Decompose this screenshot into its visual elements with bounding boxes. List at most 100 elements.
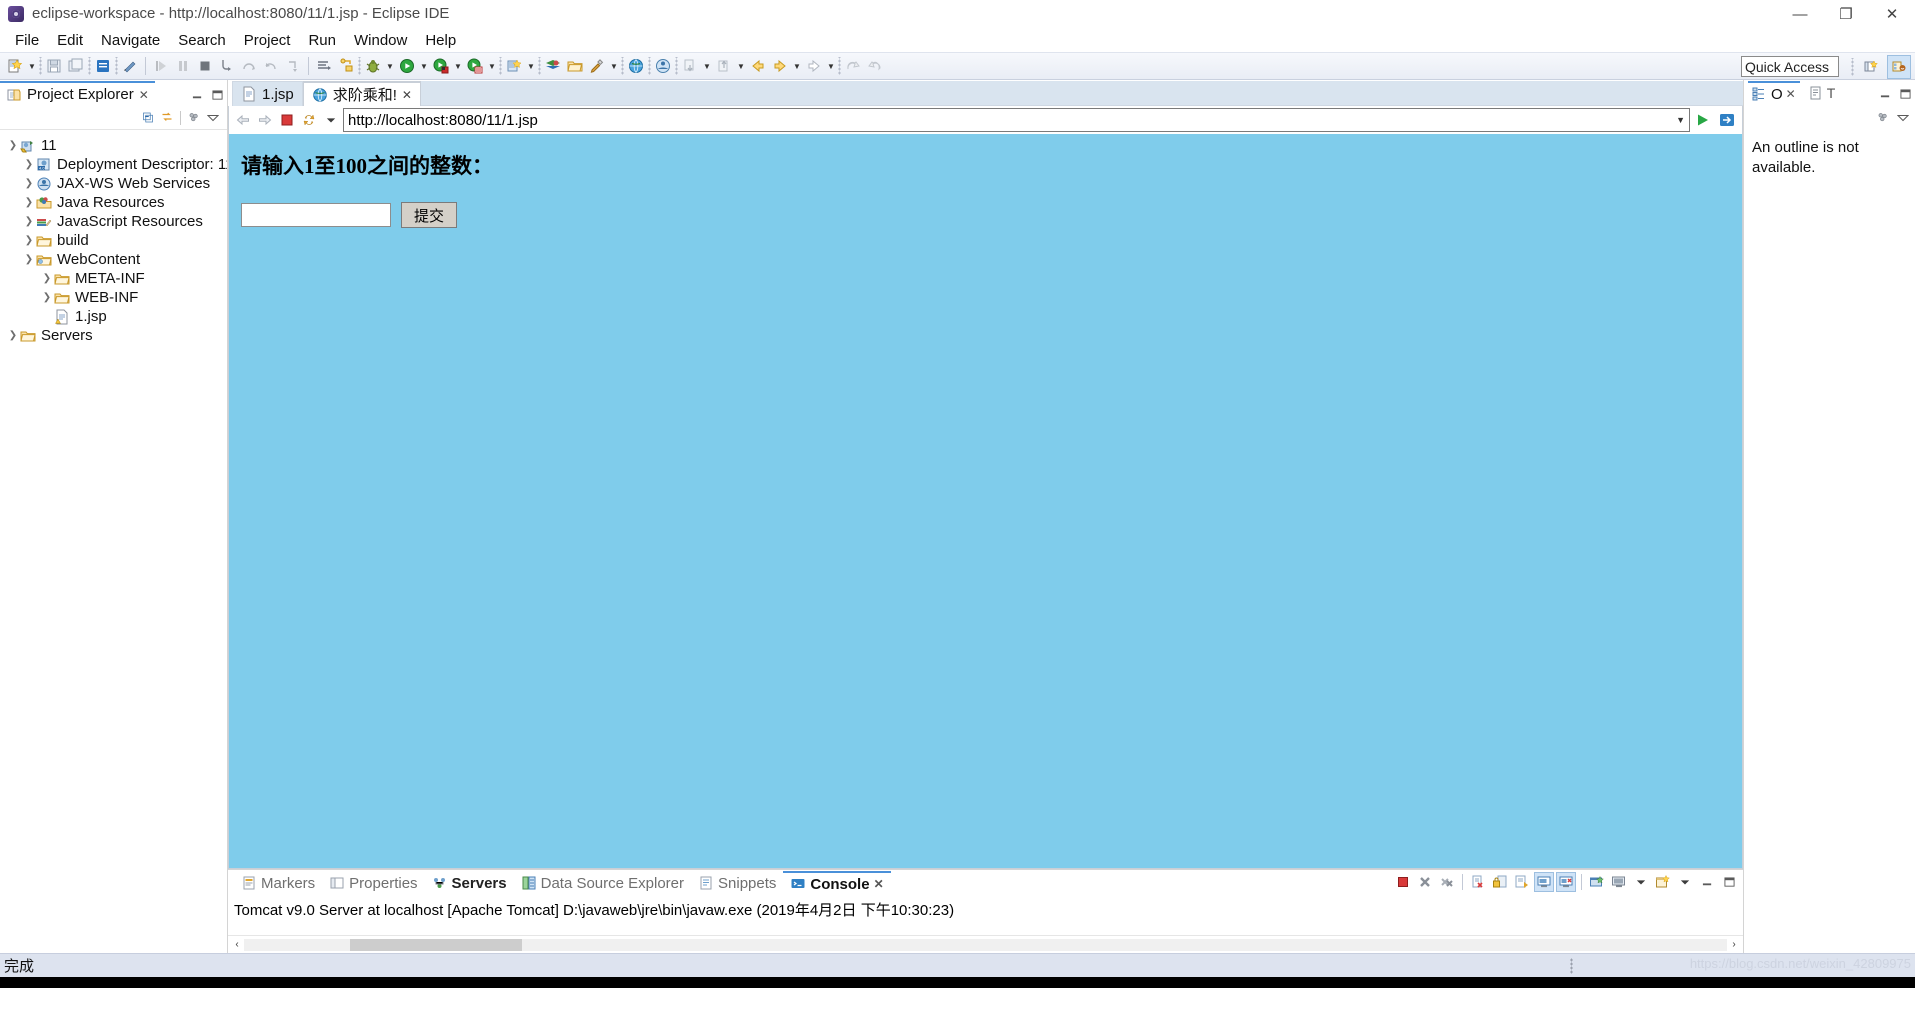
forward-nav-icon[interactable] <box>803 55 825 77</box>
display-selected-console-icon[interactable] <box>1587 872 1607 892</box>
close-icon[interactable]: ✕ <box>139 88 149 102</box>
terminate-icon[interactable] <box>194 55 216 77</box>
tab-console[interactable]: Console ✕ <box>783 870 891 896</box>
console-dropdown-icon[interactable] <box>1631 872 1651 892</box>
go-icon[interactable] <box>1692 109 1714 131</box>
undo-icon[interactable] <box>842 55 864 77</box>
new-console-dropdown-icon[interactable] <box>1675 872 1695 892</box>
redo-icon[interactable] <box>864 55 886 77</box>
stop-icon[interactable] <box>277 110 297 130</box>
search-icon[interactable] <box>586 55 608 77</box>
terminate-icon[interactable] <box>1393 872 1413 892</box>
maximize-icon[interactable] <box>1899 88 1911 100</box>
new-console-view-icon[interactable] <box>1653 872 1673 892</box>
menu-item-run[interactable]: Run <box>299 30 345 51</box>
scroll-left-icon[interactable]: ‹ <box>230 938 244 952</box>
search-dropdown-icon[interactable]: ▼ <box>608 55 620 77</box>
tab-markers[interactable]: Markers <box>234 873 322 894</box>
debug-dropdown-icon[interactable]: ▼ <box>384 55 396 77</box>
tree-item-deployment-descriptor[interactable]: ❯ 4.0 Deployment Descriptor: 11 <box>0 155 227 174</box>
step-return-icon[interactable] <box>260 55 282 77</box>
minimize-icon[interactable] <box>191 89 203 101</box>
chevron-right-icon[interactable]: ❯ <box>22 196 36 210</box>
tab-snippets[interactable]: Snippets <box>691 873 783 894</box>
toggle-breakpoint-icon[interactable] <box>119 55 141 77</box>
close-icon[interactable]: ✕ <box>402 88 412 102</box>
chevron-right-icon[interactable]: ❯ <box>22 177 36 191</box>
open-external-browser-icon[interactable] <box>1716 109 1738 131</box>
view-menu-icon[interactable] <box>1877 111 1889 123</box>
maximize-icon[interactable] <box>1719 872 1739 892</box>
tab-properties[interactable]: Properties <box>322 873 424 894</box>
tree-item-1-jsp[interactable]: 1.jsp <box>0 307 227 326</box>
web-browser-icon[interactable] <box>625 55 647 77</box>
menu-item-window[interactable]: Window <box>345 30 416 51</box>
new-wizard-icon[interactable] <box>4 55 26 77</box>
resume-icon[interactable] <box>150 55 172 77</box>
scrollbar-track[interactable] <box>244 938 1727 951</box>
status-resize-handle[interactable] <box>1570 958 1575 974</box>
new-project-dropdown-icon[interactable]: ▼ <box>525 55 537 77</box>
chevron-down-icon[interactable]: ❯ <box>6 139 20 153</box>
menu-item-project[interactable]: Project <box>235 30 300 51</box>
remove-launch-icon[interactable] <box>1415 872 1435 892</box>
link-icon[interactable] <box>335 55 357 77</box>
open-folder-icon[interactable] <box>564 55 586 77</box>
run-coverage-dropdown-icon[interactable]: ▼ <box>486 55 498 77</box>
forward-icon[interactable] <box>769 55 791 77</box>
save-all-icon[interactable] <box>65 55 87 77</box>
step-over-icon[interactable] <box>238 55 260 77</box>
clear-console-icon[interactable] <box>1468 872 1488 892</box>
editor-tab-1-jsp[interactable]: 1.jsp <box>232 81 303 106</box>
editor-tab-browser[interactable]: 求阶乘和! ✕ <box>302 81 421 106</box>
step-into-icon[interactable] <box>216 55 238 77</box>
open-task-icon[interactable] <box>313 55 335 77</box>
tree-item-servers[interactable]: ❯ Servers <box>0 326 227 345</box>
close-icon[interactable]: ✕ <box>1786 87 1796 101</box>
tab-properties-outline[interactable]: T <box>1804 83 1840 103</box>
scroll-right-icon[interactable]: › <box>1727 938 1741 952</box>
tree-item-web-inf[interactable]: ❯ WEB-INF <box>0 288 227 307</box>
show-console-on-error-icon[interactable] <box>1556 872 1576 892</box>
run-coverage-icon[interactable] <box>464 55 486 77</box>
menu-item-help[interactable]: Help <box>416 30 465 51</box>
new-jsp-file-icon[interactable] <box>92 55 114 77</box>
debug-icon[interactable] <box>362 55 384 77</box>
url-input[interactable]: http://localhost:8080/11/1.jsp ▼ <box>343 108 1690 132</box>
chevron-right-icon[interactable]: ❯ <box>22 158 36 172</box>
chevron-right-icon[interactable]: ❯ <box>6 329 20 343</box>
minimize-button[interactable]: — <box>1777 0 1823 28</box>
drop-to-frame-icon[interactable] <box>282 55 304 77</box>
forward-icon[interactable] <box>255 110 275 130</box>
java-ee-perspective-icon[interactable] <box>1887 55 1911 79</box>
menu-item-edit[interactable]: Edit <box>48 30 92 51</box>
tree-item-11[interactable]: ❯ 11 <box>0 136 227 155</box>
chevron-right-icon[interactable]: ❯ <box>22 215 36 229</box>
minimize-icon[interactable] <box>1697 872 1717 892</box>
chevron-right-icon[interactable]: ❯ <box>22 234 36 248</box>
previous-annotation-icon[interactable] <box>713 55 735 77</box>
chevron-down-icon[interactable]: ❯ <box>22 253 36 267</box>
tree-item-javascript-resources[interactable]: ❯ JavaScript Resources <box>0 212 227 231</box>
tree-item-build[interactable]: ❯ build <box>0 231 227 250</box>
view-menu-icon[interactable] <box>188 112 200 124</box>
next-annotation-icon[interactable] <box>679 55 701 77</box>
scrollbar-thumb[interactable] <box>350 938 522 951</box>
remove-all-terminated-icon[interactable] <box>1437 872 1457 892</box>
run-dropdown-icon[interactable]: ▼ <box>418 55 430 77</box>
quick-access-input[interactable]: Quick Access <box>1741 56 1839 77</box>
menu-item-navigate[interactable]: Navigate <box>92 30 169 51</box>
back-icon[interactable] <box>747 55 769 77</box>
back-icon[interactable] <box>233 110 253 130</box>
run-icon[interactable] <box>396 55 418 77</box>
open-console-icon[interactable] <box>1609 872 1629 892</box>
external-tools-icon[interactable] <box>652 55 674 77</box>
number-input[interactable] <box>241 203 391 227</box>
new-wizard-dropdown-icon[interactable]: ▼ <box>26 55 38 77</box>
show-console-on-output-icon[interactable] <box>1534 872 1554 892</box>
chevron-down-icon[interactable]: ▼ <box>1672 115 1685 125</box>
save-icon[interactable] <box>43 55 65 77</box>
tree-item-meta-inf[interactable]: ❯ META-INF <box>0 269 227 288</box>
maximize-button[interactable]: ❐ <box>1823 0 1869 28</box>
minimize-icon[interactable] <box>1879 88 1891 100</box>
